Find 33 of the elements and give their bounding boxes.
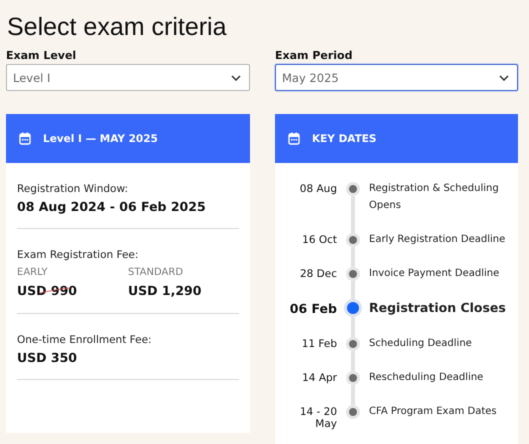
event-date: 28 Dec: [298, 267, 337, 282]
dropdown-field[interactable]: May 2025: [275, 64, 518, 91]
event-name: Invoice Payment Deadline: [369, 267, 500, 281]
dropdown-field[interactable]: Level I: [6, 64, 250, 91]
chevron-down-icon: [499, 74, 509, 80]
event-date: 14 Apr: [301, 371, 337, 386]
info-value: USD 350: [17, 350, 78, 365]
field-label: Exam Level: [6, 49, 76, 62]
price-value: USD 1,290: [128, 283, 202, 299]
info-value: 08 Aug 2024 - 06 Feb 2025: [17, 199, 207, 214]
event-date: 11 Feb: [300, 337, 337, 352]
card-heading: Level I — MAY 2025: [43, 132, 158, 144]
event-date: 16 Oct: [301, 233, 337, 248]
card-heading: KEY DATES: [312, 132, 376, 144]
event-date: 08 Aug: [298, 182, 337, 197]
chevron-down-icon: [231, 74, 241, 80]
info-label: Exam Registration Fee:: [17, 249, 140, 261]
calendar-icon: [288, 132, 300, 145]
event-name: Early Registration Deadline: [369, 233, 506, 247]
event-name: Rescheduling Deadline: [369, 371, 484, 385]
calendar-icon: [19, 132, 31, 145]
event-name: Registration Closes: [369, 299, 507, 317]
event-name: CFA Program Exam Dates: [369, 405, 498, 419]
field-label: Exam Period: [275, 49, 352, 62]
tier-label: STANDARD: [128, 267, 184, 278]
event-date: 06 Feb: [288, 301, 337, 317]
tier-label: EARLY: [17, 267, 48, 278]
event-name: Registration & Scheduling Opens: [369, 182, 500, 213]
page-title: Select exam criteria: [7, 12, 228, 42]
info-label: Registration Window:: [17, 183, 130, 195]
event-name: Scheduling Deadline: [369, 337, 473, 351]
event-date: 14 - 20 May: [298, 405, 337, 430]
info-label: One-time Enrollment Fee:: [17, 334, 153, 346]
